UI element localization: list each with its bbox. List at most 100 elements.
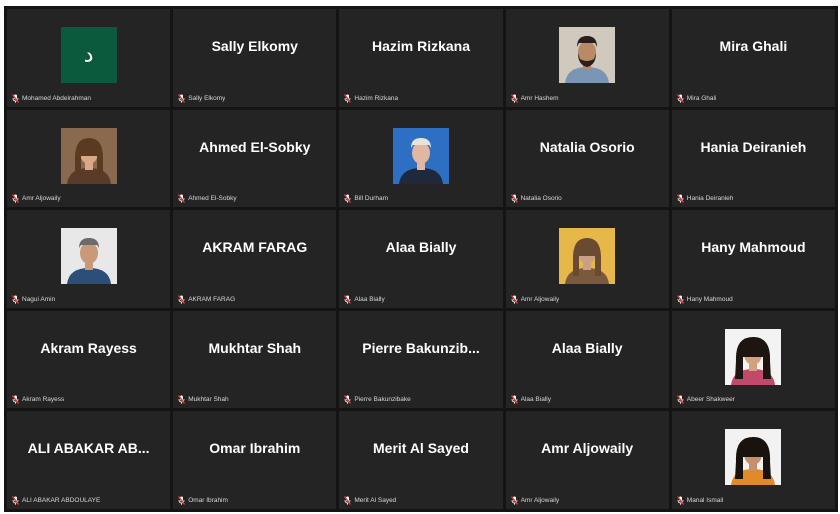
participant-display-name: Sally Elkomy xyxy=(211,38,298,55)
profile-avatar: د xyxy=(60,27,117,83)
participant-video xyxy=(60,127,117,184)
participant-tile-hania-deiranieh[interactable]: Hania Deiranieh Hania Deiranieh xyxy=(671,109,835,208)
participant-tile-alaa-bially[interactable]: Alaa Bially Alaa Bially xyxy=(505,310,669,409)
participant-display-name: Akram Rayess xyxy=(40,339,137,356)
participant-name-label: Alaa Bially xyxy=(344,294,385,304)
participant-name-text: Pierre Bakunzibake xyxy=(354,396,411,404)
muted-mic-icon xyxy=(344,93,352,103)
participant-tile-amr-aljowaily[interactable]: Amr Aljowaily Amr Aljowaily xyxy=(505,411,669,509)
participant-tile-alaa-bially[interactable]: Alaa Bially Alaa Bially xyxy=(339,210,503,308)
participant-display-name: Hazim Rizkana xyxy=(371,38,471,55)
participant-tile-nagui-amin[interactable]: Nagui Amin xyxy=(7,210,171,308)
participant-name-label: AKRAM FARAG xyxy=(178,294,235,304)
participant-video xyxy=(392,127,449,184)
muted-mic-icon xyxy=(12,194,19,204)
participant-tile-abeer-shakweer[interactable]: Abeer Shakweer xyxy=(671,310,835,409)
participant-display-name: ALI ABAKAR AB... xyxy=(27,440,150,457)
participant-tile-amr-aljowaily[interactable]: Amr Aljowaily xyxy=(7,109,171,208)
muted-mic-icon xyxy=(178,294,186,304)
participant-name-label: Nagui Amin xyxy=(12,294,56,304)
participant-display-name: AKRAM FARAG xyxy=(202,239,308,256)
participant-display-name: Pierre Bakunzib... xyxy=(362,339,480,356)
participant-name-text: Alaa Bially xyxy=(520,396,551,404)
muted-mic-icon xyxy=(178,194,186,204)
participant-name-label: Amr Aljowaily xyxy=(510,294,560,304)
participant-tile-akram-farag[interactable]: AKRAM FARAG AKRAM FARAG xyxy=(173,210,337,308)
participant-tile-mukhtar-shah[interactable]: Mukhtar Shah Mukhtar Shah xyxy=(173,310,337,409)
participant-name-label: Amr Aljowaily xyxy=(510,496,559,505)
participant-tile-hany-mahmoud[interactable]: Hany Mahmoud Hany Mahmoud xyxy=(671,210,835,308)
participant-tile-mira-ghali[interactable]: Mira Ghali Mira Ghali xyxy=(671,9,835,107)
participant-name-text: Mohamed Abdelrahman xyxy=(22,94,92,102)
participant-tile-bill-durham[interactable]: Bill Durham xyxy=(339,109,503,208)
participant-name-text: Hania Deiranieh xyxy=(686,195,734,203)
participant-name-text: Mukhtar Shah xyxy=(188,396,229,404)
participant-name-label: Mohamed Abdelrahman xyxy=(12,93,92,103)
participant-name-text: Abeer Shakweer xyxy=(686,396,735,404)
participant-tile-hazim-rizkana[interactable]: Hazim Rizkana Hazim Rizkana xyxy=(339,9,503,107)
muted-mic-icon xyxy=(344,194,352,204)
muted-mic-icon xyxy=(510,194,518,204)
participant-name-text: Natalia Osorio xyxy=(520,195,562,203)
participant-tile-amr-aljowaily[interactable]: Amr Aljowaily xyxy=(505,210,669,308)
participant-name-text: Omar Ibrahim xyxy=(188,496,228,504)
participant-name-text: Merit Al Sayed xyxy=(354,496,397,504)
participant-name-text: Hazim Rizkana xyxy=(354,94,399,102)
participant-display-name: Alaa Bially xyxy=(385,239,457,256)
meeting-gallery-view: د Mohamed Abdelrahman Sally Elkomy Sally … xyxy=(4,6,838,512)
participant-display-name: Hania Deiranieh xyxy=(700,138,807,155)
participant-name-label: Manal Ismail xyxy=(676,496,724,505)
participant-tile-akram-rayess[interactable]: Akram Rayess Akram Rayess xyxy=(7,310,171,409)
muted-mic-icon xyxy=(676,294,684,304)
muted-mic-icon xyxy=(12,395,19,405)
participant-name-label: Sally Elkomy xyxy=(178,93,226,103)
participant-name-label: Amr Aljowaily xyxy=(12,194,61,204)
participant-video xyxy=(725,429,782,486)
muted-mic-icon xyxy=(676,395,684,405)
participant-name-text: Sally Elkomy xyxy=(188,94,226,102)
participant-name-text: Alaa Bially xyxy=(354,295,385,303)
participant-video xyxy=(725,328,782,385)
participant-name-label: Ahmed El-Sobky xyxy=(178,194,237,204)
muted-mic-icon xyxy=(344,294,352,304)
participant-name-text: Nagui Amin xyxy=(22,295,56,303)
participant-tile-ahmed-el-sobky[interactable]: Ahmed El-Sobky Ahmed El-Sobky xyxy=(173,109,337,208)
participant-tile-sally-elkomy[interactable]: Sally Elkomy Sally Elkomy xyxy=(173,9,337,107)
participant-tile-merit-al-sayed[interactable]: Merit Al Sayed Merit Al Sayed xyxy=(339,411,503,509)
participant-name-text: Mira Ghali xyxy=(686,94,717,102)
participant-video xyxy=(559,228,616,285)
participant-tile-manal-ismail[interactable]: Manal Ismail xyxy=(671,411,835,509)
participant-name-label: Hania Deiranieh xyxy=(676,194,734,204)
participant-name-text: Manal Ismail xyxy=(686,496,724,504)
participant-display-name: Amr Aljowaily xyxy=(541,440,634,457)
participant-name-label: Hany Mahmoud xyxy=(676,294,733,304)
muted-mic-icon xyxy=(344,395,352,405)
muted-mic-icon xyxy=(12,93,19,103)
muted-mic-icon xyxy=(510,496,518,505)
participant-tile-omar-ibrahim[interactable]: Omar Ibrahim Omar Ibrahim xyxy=(173,411,337,509)
participant-name-text: Bill Durham xyxy=(354,195,388,203)
participant-name-label: Bill Durham xyxy=(344,194,388,204)
muted-mic-icon xyxy=(676,496,684,505)
participant-tile-ali-abakar-abdoulaye[interactable]: ALI ABAKAR AB... ALI ABAKAR ABDOULAYE xyxy=(7,411,171,509)
participant-tile-amr-hashem[interactable]: Amr Hashem xyxy=(505,9,669,107)
participant-tile-mohamed-abdelrahman[interactable]: د Mohamed Abdelrahman xyxy=(7,9,171,107)
muted-mic-icon xyxy=(178,93,186,103)
muted-mic-icon xyxy=(12,294,19,304)
participant-video xyxy=(60,228,117,285)
participant-display-name: Ahmed El-Sobky xyxy=(199,138,311,155)
muted-mic-icon xyxy=(510,294,518,304)
participant-name-label: Abeer Shakweer xyxy=(676,395,735,405)
muted-mic-icon xyxy=(12,496,19,505)
participant-video xyxy=(559,27,616,83)
participant-name-text: ALI ABAKAR ABDOULAYE xyxy=(22,496,101,504)
participant-display-name: Alaa Bially xyxy=(551,339,623,356)
muted-mic-icon xyxy=(178,395,186,405)
participant-display-name: Natalia Osorio xyxy=(539,138,635,155)
participant-name-label: Hazim Rizkana xyxy=(344,93,399,103)
participant-name-text: Amr Aljowaily xyxy=(22,195,61,203)
participant-name-label: Amr Hashem xyxy=(510,93,559,103)
participant-tile-pierre-bakunzibake[interactable]: Pierre Bakunzib... Pierre Bakunzibake xyxy=(339,310,503,409)
participant-tile-natalia-osorio[interactable]: Natalia Osorio Natalia Osorio xyxy=(505,109,669,208)
participant-name-text: Amr Aljowaily xyxy=(520,295,560,303)
